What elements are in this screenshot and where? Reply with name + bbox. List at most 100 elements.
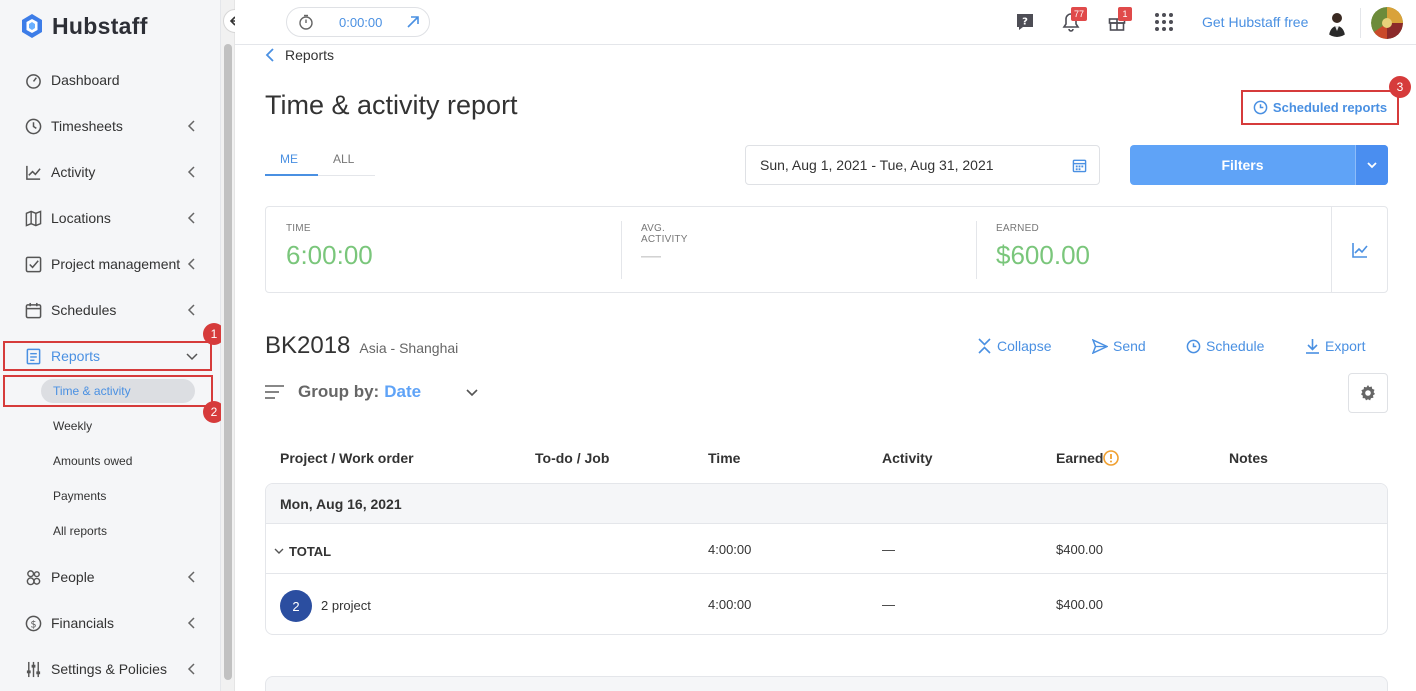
project-avatar: 2 [280, 590, 312, 622]
back-to-reports-link[interactable]: Reports [263, 47, 334, 63]
hubstaff-logo-icon [22, 14, 42, 38]
total-row[interactable]: TOTAL 4:00:00 — $400.00 [266, 524, 1387, 574]
schedule-button[interactable]: Schedule [1186, 338, 1264, 354]
sidebar-item-label: People [51, 569, 95, 585]
collapse-button[interactable]: Collapse [977, 338, 1051, 354]
logo[interactable]: Hubstaff [18, 12, 148, 40]
chevron-down-icon [466, 389, 478, 397]
date-range-value: Sun, Aug 1, 2021 - Tue, Aug 31, 2021 [760, 157, 994, 173]
user-avatar[interactable] [1323, 9, 1351, 37]
sidebar-item-label: Schedules [51, 302, 117, 318]
clock-icon [24, 117, 42, 135]
chart-toggle-button[interactable] [1331, 207, 1388, 292]
export-button[interactable]: Export [1305, 338, 1365, 354]
gifts-badge: 1 [1118, 7, 1132, 21]
calendar-icon [1072, 159, 1087, 173]
sidebar: Hubstaff Dashboard Timesheets Activity L… [0, 0, 225, 691]
tab-all[interactable]: ALL [333, 152, 354, 166]
group-by-selector[interactable]: Group by: Date [265, 382, 479, 402]
send-button[interactable]: Send [1092, 338, 1146, 354]
download-icon [1306, 339, 1319, 354]
sub-item-weekly[interactable]: Weekly [53, 419, 92, 433]
sidebar-item-label: Activity [51, 164, 96, 180]
app: Hubstaff Dashboard Timesheets Activity L… [0, 0, 1416, 691]
sidebar-item-activity[interactable]: Activity [0, 154, 221, 190]
annotation-badge-3: 3 [1389, 76, 1411, 98]
line-chart-icon [1352, 242, 1368, 258]
timer-value: 0:00:00 [339, 15, 383, 30]
sidebar-item-dashboard[interactable]: Dashboard [0, 62, 221, 98]
project-name[interactable]: 2 project [321, 598, 371, 613]
get-hubstaff-free-link[interactable]: Get Hubstaff free [1202, 14, 1308, 30]
sidebar-item-project-management[interactable]: Project management [0, 246, 221, 282]
activity-chart-icon [24, 163, 42, 181]
sidebar-scrollbar-thumb[interactable] [224, 44, 232, 680]
member-timezone: Asia - Shanghai [359, 340, 459, 356]
warning-info-icon[interactable] [1103, 450, 1119, 466]
sidebar-item-label: Dashboard [51, 72, 120, 88]
table-row[interactable]: 2 2 project 4:00:00 — $400.00 [266, 575, 1387, 634]
chevron-left-icon [187, 663, 195, 675]
open-timer-arrow-icon[interactable] [406, 15, 420, 29]
page-title: Time & activity report [265, 90, 518, 120]
col-header-todo[interactable]: To-do / Job [535, 450, 609, 466]
total-activity: — [882, 542, 895, 557]
stat-divider [621, 221, 622, 279]
tab-me[interactable]: ME [280, 152, 298, 166]
sub-item-payments[interactable]: Payments [53, 489, 106, 503]
sub-item-all-reports[interactable]: All reports [53, 524, 107, 538]
sidebar-item-locations[interactable]: Locations [0, 200, 221, 236]
col-header-notes[interactable]: Notes [1229, 450, 1268, 466]
lines-icon [265, 385, 284, 399]
col-header-earned[interactable]: Earned [1056, 450, 1103, 466]
sidebar-item-label: Project management [51, 256, 181, 272]
sub-item-amounts-owed[interactable]: Amounts owed [53, 454, 132, 468]
member-header: BK2018 Asia - Shanghai [265, 332, 458, 360]
stat-activity-label: AVG. ACTIVITY [641, 223, 688, 245]
col-header-project[interactable]: Project / Work order [280, 450, 414, 466]
chevron-left-icon [265, 48, 274, 62]
organization-avatar[interactable] [1371, 7, 1403, 39]
clock-icon [1186, 339, 1201, 353]
sidebar-item-timesheets[interactable]: Timesheets [0, 108, 221, 144]
total-time: 4:00:00 [708, 542, 752, 557]
col-header-time[interactable]: Time [708, 450, 740, 466]
total-earned: $400.00 [1056, 542, 1103, 557]
chevron-left-icon [187, 120, 195, 132]
total-label: TOTAL [289, 544, 332, 559]
next-date-group [265, 676, 1388, 691]
stat-divider [976, 221, 977, 279]
dollar-icon: $ [24, 614, 42, 632]
sidebar-item-settings-policies[interactable]: Settings & Policies [0, 651, 221, 687]
people-icon [24, 568, 42, 586]
row-activity: — [882, 597, 895, 612]
map-icon [24, 209, 42, 227]
member-name: BK2018 [265, 332, 351, 359]
send-label: Send [1113, 338, 1146, 354]
report-table: Mon, Aug 16, 2021 TOTAL 4:00:00 — $400.0… [265, 483, 1388, 635]
topbar-divider [1360, 8, 1361, 38]
filters-button[interactable]: Filters [1130, 145, 1355, 185]
sidebar-item-schedules[interactable]: Schedules [0, 292, 221, 328]
group-by-value: Date [384, 382, 422, 401]
annotation-box-reports [3, 341, 212, 371]
stat-time-label: TIME [286, 223, 311, 234]
date-range-picker[interactable]: Sun, Aug 1, 2021 - Tue, Aug 31, 2021 [745, 145, 1100, 185]
sidebar-item-people[interactable]: People [0, 559, 221, 595]
chevron-down-icon[interactable] [274, 546, 284, 556]
apps-grid-icon[interactable] [1154, 12, 1174, 32]
logo-text: Hubstaff [52, 12, 148, 39]
report-settings-button[interactable] [1348, 373, 1388, 413]
sidebar-item-financials[interactable]: $ Financials [0, 605, 221, 641]
annotation-box-time-activity [3, 375, 213, 407]
sidebar-item-label: Locations [51, 210, 111, 226]
help-icon[interactable]: ? [1015, 12, 1035, 32]
date-group-header: Mon, Aug 16, 2021 [266, 484, 1387, 524]
timer-widget[interactable]: 0:00:00 [286, 7, 430, 37]
filters-dropdown-button[interactable] [1355, 145, 1388, 185]
chevron-down-icon [1367, 162, 1377, 169]
stat-earned-label: EARNED [996, 223, 1039, 234]
notifications-badge: 77 [1071, 7, 1088, 21]
sidebar-item-label: Settings & Policies [51, 661, 167, 677]
col-header-activity[interactable]: Activity [882, 450, 933, 466]
